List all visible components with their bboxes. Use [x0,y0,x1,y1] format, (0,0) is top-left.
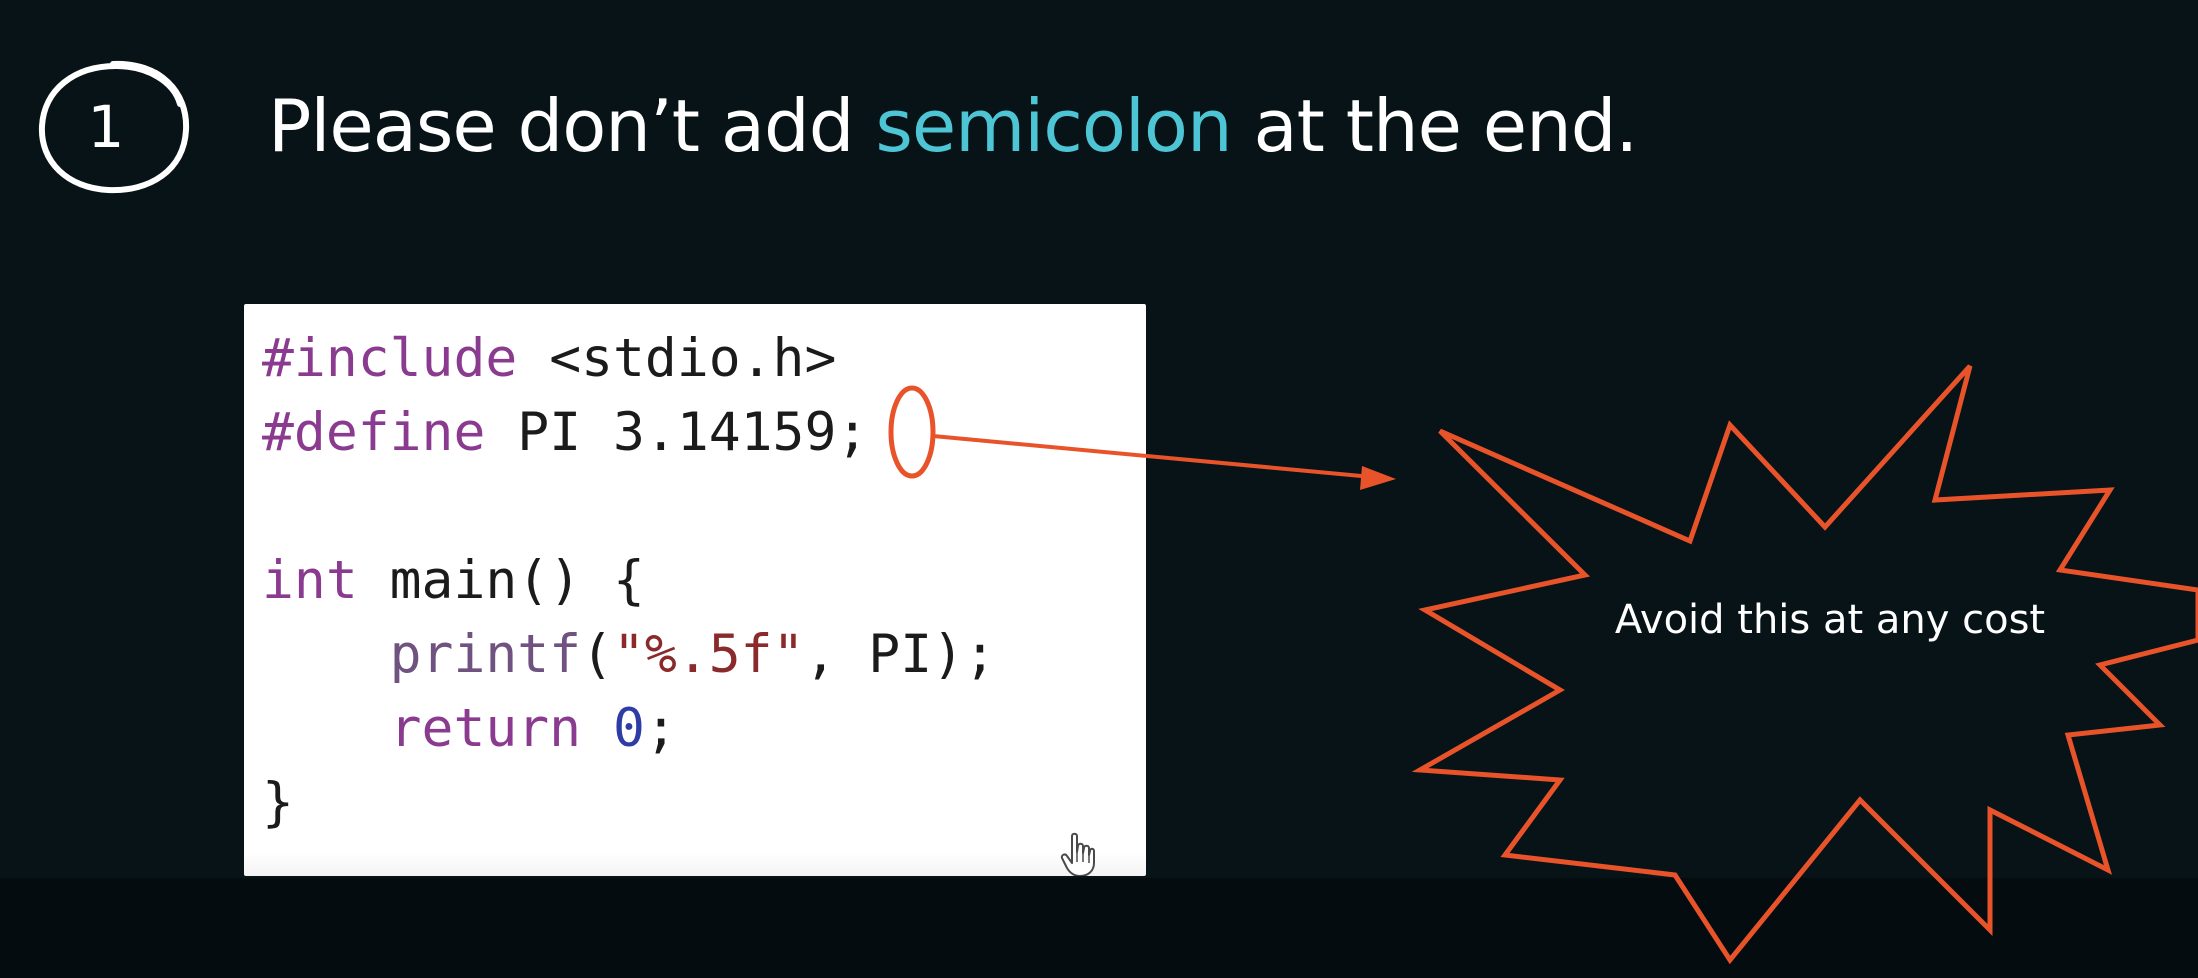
arrow-head [1360,466,1396,490]
heading-highlight: semicolon [875,84,1232,168]
slide: 1 Please don’t add semicolon at the end.… [0,0,2198,978]
code-printf-fn: printf [389,624,582,685]
code-line: } [262,766,996,840]
code-include-header: <stdio.h> [517,328,837,389]
code-close-brace: } [262,772,294,833]
code-int-keyword: int [262,550,358,611]
code-line: #define PI 3.14159; [262,396,996,470]
code-return-value: 0 [613,698,645,759]
step-number: 1 [87,93,125,161]
bottom-band [0,878,2198,978]
code-define-directive: #define [262,402,486,463]
warning-callout-text: Avoid this at any cost [1614,597,2046,643]
code-line: printf("%.5f", PI); [262,618,996,692]
code-include-directive: #include [262,328,518,389]
starburst-icon [1411,364,2198,965]
code-format-string: "%.5f" [613,624,805,685]
heading-prefix: Please don’t add [268,84,876,168]
step-number-badge: 1 [28,52,198,202]
code-printf-args: , PI); [804,624,996,685]
code-line: return 0; [262,692,996,766]
code-paren-open: ( [581,624,614,685]
code-line: #include <stdio.h> [262,322,996,396]
code-semicolon: ; [644,698,677,759]
code-main-signature: main() { [357,550,645,611]
hand-pointer-icon [1060,832,1095,876]
code-block: #include <stdio.h> #define PI 3.14159; int… [262,322,996,840]
code-line: int main() { [262,544,996,618]
heading-suffix: at the end. [1231,84,1639,168]
code-panel: #include <stdio.h> #define PI 3.14159; int… [244,304,1146,876]
slide-heading: Please don’t add semicolon at the end. [268,78,1639,174]
code-return-keyword: return [389,698,582,759]
code-define-body: PI 3.14159; [485,402,869,463]
